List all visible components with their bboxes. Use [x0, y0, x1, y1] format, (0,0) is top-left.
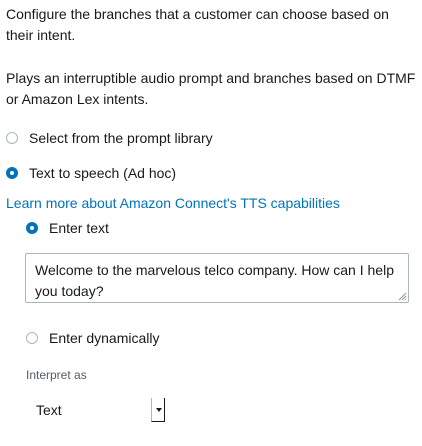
interpret-as-label: Interpret as: [26, 368, 87, 382]
text-to-speech-option[interactable]: Text to speech (Ad hoc): [6, 165, 176, 181]
interpret-as-select[interactable]: Text: [26, 398, 165, 422]
learn-more-tts-link[interactable]: Learn more about Amazon Connect's TTS ca…: [6, 195, 340, 211]
prompt-library-option[interactable]: Select from the prompt library: [6, 130, 213, 146]
prompt-library-radio[interactable]: [6, 132, 18, 144]
interpret-as-value: Text: [36, 402, 62, 418]
chevron-down-icon[interactable]: [151, 398, 165, 422]
text-to-speech-label: Text to speech (Ad hoc): [29, 165, 177, 181]
intent-description: Configure the branches that a customer c…: [6, 6, 389, 43]
prompt-library-label: Select from the prompt library: [29, 130, 213, 146]
tts-text-input[interactable]: Welcome to the marvelous telco company. …: [25, 253, 409, 303]
prompt-description: Plays an interruptible audio prompt and …: [6, 70, 416, 107]
enter-dynamically-option[interactable]: Enter dynamically: [26, 330, 160, 346]
text-to-speech-radio[interactable]: [6, 167, 18, 179]
enter-text-radio[interactable]: [26, 222, 38, 234]
enter-text-label: Enter text: [49, 220, 109, 236]
enter-text-option[interactable]: Enter text: [26, 220, 109, 236]
enter-dynamically-radio[interactable]: [26, 332, 38, 344]
enter-dynamically-label: Enter dynamically: [49, 330, 160, 346]
